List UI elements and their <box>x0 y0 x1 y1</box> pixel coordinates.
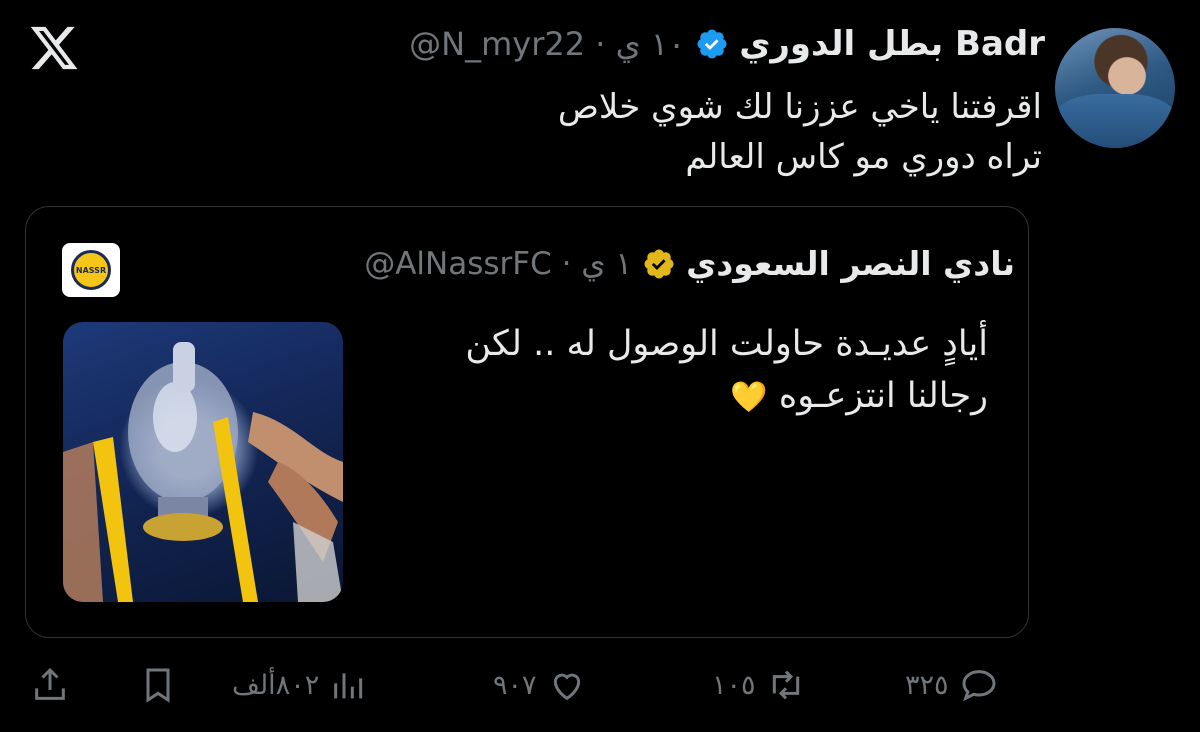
heart-icon <box>553 673 580 701</box>
tweet-text-line: اقرفتنا ياخي عززنا لك شوي خلاص <box>557 87 1042 127</box>
views-button[interactable]: ٨٠٢ألف <box>232 655 369 715</box>
tweet-text-line: تراه دوري مو كاس العالم <box>685 137 1042 177</box>
reply-icon <box>962 670 996 702</box>
club-logo-text: NASSR <box>75 265 107 275</box>
retweet-icon <box>772 670 799 700</box>
retweet-count: ١٠٥ <box>712 669 756 701</box>
reply-button[interactable]: ٣٢٥ <box>905 655 999 715</box>
tweet-text: اقرفتنا ياخي عززنا لك شوي خلاص تراه دوري… <box>342 82 1042 182</box>
yellow-heart-emoji: 💛 <box>730 380 768 415</box>
quoted-header: @AlNassrFC · ١ ي نادي النصر السعودي <box>364 244 1015 283</box>
trophy-illustration <box>63 342 343 602</box>
action-bar: ٣٢٥ ١٠٥ ٩٠٧ ٨٠٢ألف <box>0 655 1200 715</box>
handle-time[interactable]: @N_myr22 · ١٠ ي <box>409 25 685 63</box>
club-logo[interactable]: NASSR <box>62 243 120 297</box>
views-chart-icon <box>334 673 363 699</box>
quoted-text: أيادٍ عديـدة حاولت الوصول له .. لكن رجال… <box>368 318 988 424</box>
verified-badge-icon <box>697 29 727 59</box>
quoted-handle-time[interactable]: @AlNassrFC · ١ ي <box>364 246 632 282</box>
author-name[interactable]: بطل الدوري Badr <box>739 24 1045 64</box>
x-logo-icon[interactable] <box>28 22 80 74</box>
share-icon <box>35 667 65 700</box>
retweet-button[interactable]: ١٠٥ <box>712 655 806 715</box>
trophy-photo[interactable] <box>63 322 343 602</box>
like-count: ٩٠٧ <box>493 669 537 701</box>
bookmark-icon <box>146 668 170 703</box>
views-count: ٨٠٢ألف <box>232 669 320 701</box>
author-avatar[interactable] <box>1055 28 1175 148</box>
quoted-author-name[interactable]: نادي النصر السعودي <box>686 244 1015 283</box>
reply-count: ٣٢٥ <box>905 669 949 701</box>
bookmark-button[interactable] <box>138 655 178 715</box>
quoted-text-line: رجالنا انتزعـوه <box>778 376 988 416</box>
tweet-header: @N_myr22 · ١٠ ي بطل الدوري Badr <box>409 24 1045 64</box>
like-button[interactable]: ٩٠٧ <box>493 655 587 715</box>
verified-badge-gold-icon <box>644 248 674 279</box>
club-logo-badge: NASSR <box>71 250 111 290</box>
share-button[interactable] <box>30 655 70 715</box>
quoted-text-line: أيادٍ عديـدة حاولت الوصول له .. لكن <box>465 324 988 364</box>
